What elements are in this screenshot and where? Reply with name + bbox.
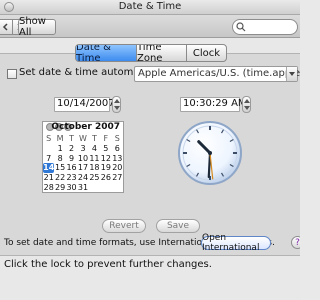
weekday-label: F	[103, 134, 109, 143]
calendar-day[interactable]: 24	[77, 173, 88, 183]
calendar-day[interactable]: 8	[54, 154, 65, 164]
chevron-down-icon	[286, 67, 297, 81]
calendar-day[interactable]: 19	[100, 163, 111, 173]
calendar-day[interactable]: 5	[100, 144, 111, 154]
time-stepper[interactable]	[242, 96, 251, 113]
calendar-weekdays: S M T W T F S	[43, 134, 123, 144]
calendar-day[interactable]: 16	[66, 163, 77, 173]
tab-date-time[interactable]: Date & Time	[76, 45, 136, 61]
calendar-grid: 1 2 3 4 5 6 7 8 9 10 11 12 13 14 15 16 1…	[43, 144, 123, 192]
tab-bar: Date & Time Time Zone Clock	[75, 44, 227, 62]
time-field[interactable]: 10:30:29 AM	[180, 97, 247, 112]
calendar-day[interactable]: 20	[112, 163, 123, 173]
lock-message: Click the lock to prevent further change…	[4, 259, 212, 270]
weekday-label: S	[46, 134, 52, 143]
calendar-day[interactable]: 7	[43, 154, 54, 164]
calendar-day[interactable]: 3	[77, 144, 88, 154]
calendar-day[interactable]: 27	[112, 173, 123, 183]
save-button[interactable]: Save	[156, 219, 200, 233]
search-icon	[236, 22, 246, 32]
calendar-month-label: October 2007	[51, 122, 120, 132]
help-icon[interactable]: ?	[291, 236, 300, 249]
calendar-day[interactable]: 22	[54, 173, 65, 183]
stepper-down-icon	[114, 106, 120, 110]
back-chevron-icon	[2, 23, 8, 31]
calendar-day[interactable]: 23	[66, 173, 77, 183]
weekday-label: T	[91, 134, 97, 143]
date-field[interactable]: 10/14/2007	[54, 97, 115, 112]
calendar-day[interactable]	[43, 144, 54, 154]
calendar-day-selected[interactable]: 14	[43, 163, 55, 173]
calendar-day[interactable]: 12	[100, 154, 111, 164]
open-international-button[interactable]: Open International	[201, 233, 271, 253]
title-bar: Date & Time	[0, 0, 300, 15]
weekday-label: W	[79, 134, 87, 143]
calendar-day[interactable]: 30	[66, 182, 77, 192]
calendar-day[interactable]: 10	[77, 154, 88, 164]
weekday-label: M	[56, 134, 64, 143]
set-automatically-checkbox[interactable]	[7, 69, 17, 79]
calendar[interactable]: October 2007 S M T W T F S 1 2 3 4 5 6 7…	[42, 121, 124, 193]
calendar-header: October 2007	[43, 122, 123, 134]
calendar-day[interactable]: 4	[89, 144, 100, 154]
calendar-day[interactable]: 11	[89, 154, 100, 164]
tab-clock[interactable]: Clock	[186, 45, 226, 61]
date-time-window: Date & Time Show All Date & Time Time Zo…	[0, 0, 300, 300]
time-value: 10:30:29 AM	[183, 98, 247, 109]
tab-time-zone[interactable]: Time Zone	[136, 45, 186, 61]
revert-button[interactable]: Revert	[102, 219, 146, 233]
weekday-label: S	[114, 134, 120, 143]
calendar-day[interactable]: 29	[54, 182, 65, 192]
calendar-day[interactable]: 26	[100, 173, 111, 183]
show-all-button[interactable]: Show All	[18, 16, 56, 38]
search-input[interactable]	[232, 19, 298, 35]
toolbar: Show All	[0, 15, 300, 38]
calendar-day[interactable]	[100, 182, 111, 192]
calendar-day[interactable]: 17	[77, 163, 88, 173]
calendar-day[interactable]: 25	[89, 173, 100, 183]
calendar-day[interactable]	[89, 182, 100, 192]
calendar-day[interactable]: 2	[66, 144, 77, 154]
calendar-day[interactable]: 1	[54, 144, 65, 154]
auto-time-row: Set date & time automatically: Apple Ame…	[0, 66, 300, 82]
calendar-day[interactable]: 31	[77, 182, 88, 192]
calendar-day[interactable]: 13	[112, 154, 123, 164]
stepper-up-icon	[244, 99, 250, 103]
weekday-label: T	[69, 134, 74, 143]
calendar-day[interactable]: 6	[112, 144, 123, 154]
time-server-select[interactable]: Apple Americas/U.S. (time.apple.com)	[134, 66, 300, 82]
analog-clock	[176, 119, 244, 187]
stepper-down-icon	[244, 106, 250, 110]
date-stepper[interactable]	[112, 96, 121, 113]
calendar-day[interactable]	[112, 182, 123, 192]
window-title: Date & Time	[118, 1, 182, 12]
stepper-up-icon	[114, 99, 120, 103]
calendar-day[interactable]: 28	[43, 182, 54, 192]
time-server-value: Apple Americas/U.S. (time.apple.com)	[138, 68, 300, 79]
calendar-day[interactable]: 21	[43, 173, 54, 183]
calendar-day[interactable]: 18	[89, 163, 100, 173]
calendar-day[interactable]: 9	[66, 154, 77, 164]
date-value: 10/14/2007	[57, 98, 115, 109]
calendar-day[interactable]: 15	[54, 163, 65, 173]
